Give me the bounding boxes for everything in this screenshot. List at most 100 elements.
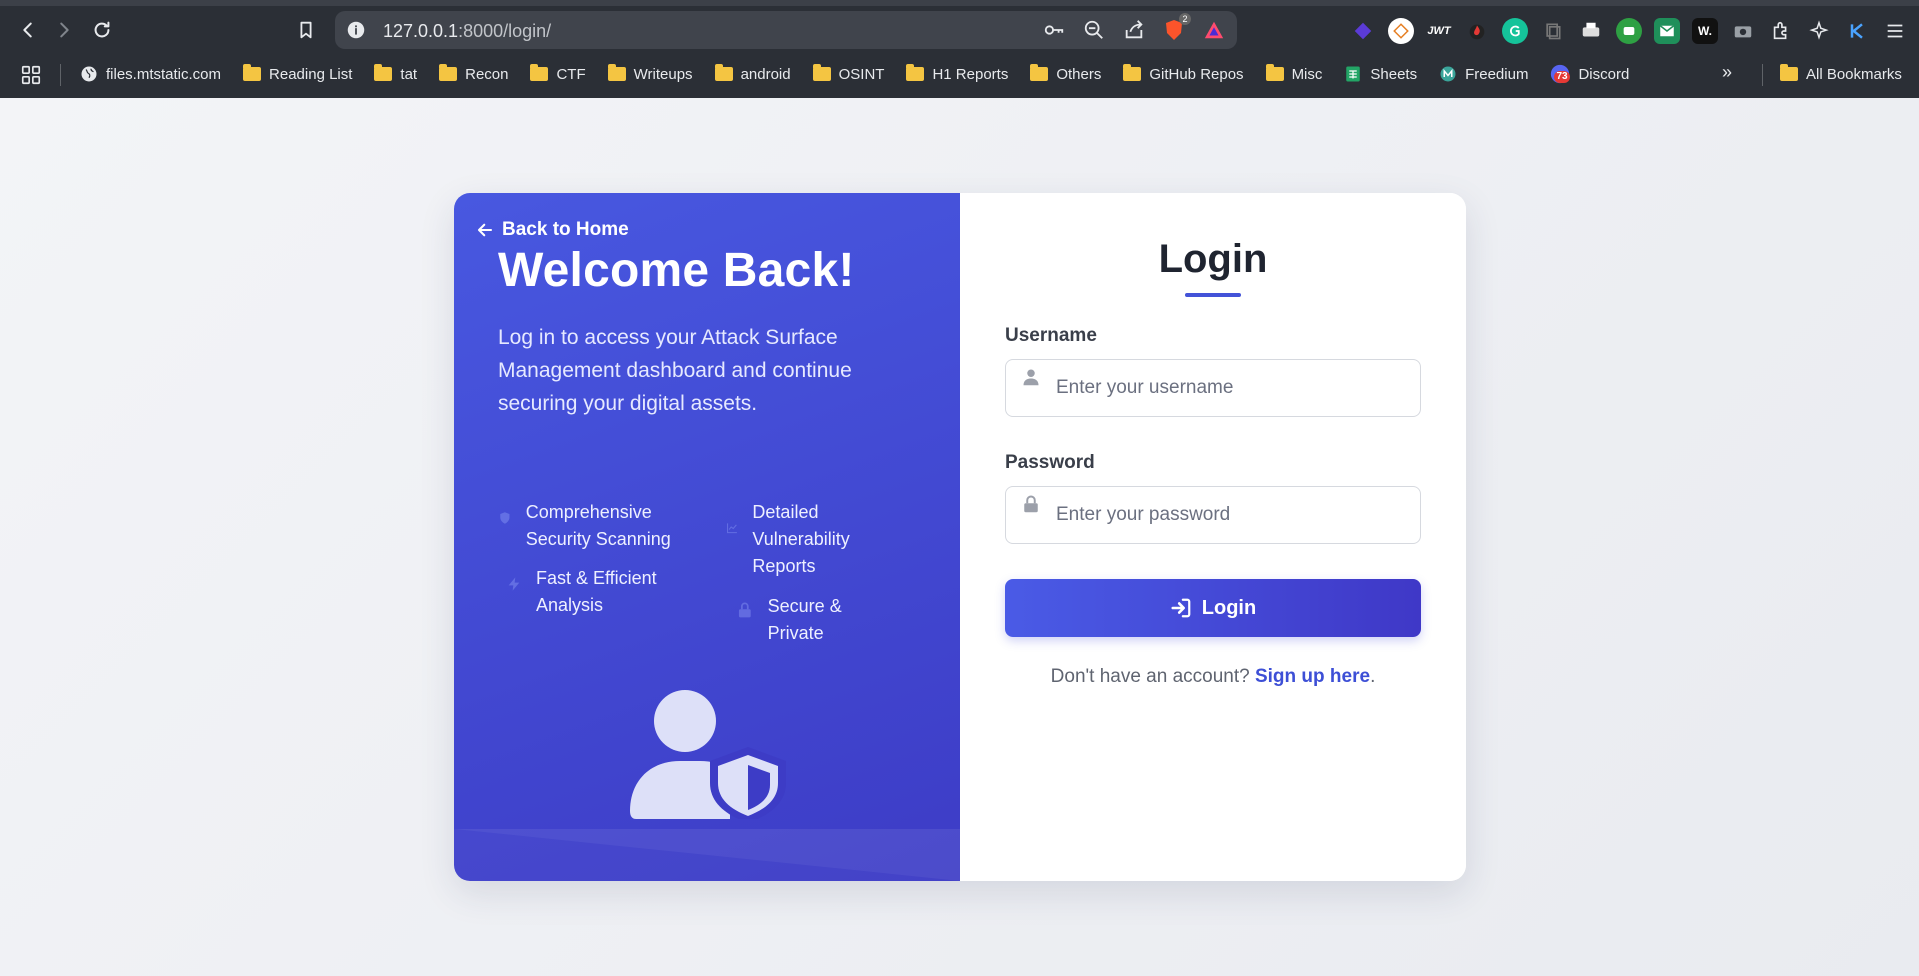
extension-robot-icon[interactable] (1616, 18, 1642, 44)
extension-k-icon[interactable] (1844, 18, 1870, 44)
address-bar[interactable]: 127.0.0.1:8000/login/ 2 (335, 11, 1237, 49)
lock-icon (1024, 495, 1038, 513)
username-field[interactable] (1005, 359, 1421, 417)
extension-mail-icon[interactable] (1654, 18, 1680, 44)
signup-prompt-text: Don't have an account? (1050, 666, 1250, 687)
feature-label: Comprehensive Security Scanning (525, 502, 671, 549)
extension-wappalyzer-icon[interactable]: W. (1692, 18, 1718, 44)
extension-camera-icon[interactable] (1730, 18, 1756, 44)
zoom-out-icon[interactable] (1081, 17, 1107, 43)
bookmark-ctf[interactable]: CTF (530, 64, 586, 83)
discord-icon: 73 (1550, 64, 1570, 84)
login-button[interactable]: Login (1005, 579, 1421, 637)
signup-link[interactable]: Sign up here (1255, 666, 1370, 687)
browser-menu-icon[interactable] (1882, 18, 1908, 44)
bookmark-page-button[interactable] (290, 14, 322, 46)
all-bookmarks-label: All Bookmarks (1806, 65, 1902, 83)
reload-icon (94, 21, 110, 38)
bookmark-reading-list[interactable]: Reading List (243, 64, 353, 83)
bookmarks-bar: files.mtstatic.com Reading List tat Reco… (0, 58, 1919, 90)
extension-diamond-icon[interactable] (1350, 18, 1376, 44)
bookmark-files-mtstatic[interactable]: files.mtstatic.com (80, 65, 221, 83)
more-bookmarks-chevron-icon[interactable]: » (1722, 62, 1732, 83)
bookmark-label: Misc (1291, 65, 1323, 83)
back-to-home-link[interactable]: Back to Home (476, 219, 629, 241)
bookmark-label: Reading List (269, 65, 353, 83)
site-info-icon[interactable] (345, 19, 367, 41)
bookmark-android[interactable]: android (714, 64, 791, 83)
feature-label: Detailed Vulnerability Reports (752, 502, 850, 576)
bookmark-label: OSINT (838, 65, 885, 83)
share-icon[interactable] (1121, 17, 1147, 43)
arrow-left-icon (477, 223, 493, 237)
feature-label: Fast & Efficient Analysis (535, 568, 657, 615)
folder-icon (714, 64, 733, 81)
sheets-icon (1346, 66, 1361, 82)
signup-prompt: Don't have an account? Sign up here. (960, 666, 1466, 688)
password-field[interactable] (1005, 486, 1421, 544)
bookmark-label: Sheets (1370, 65, 1418, 83)
reload-button[interactable] (86, 14, 118, 46)
password-label: Password (1005, 452, 1095, 473)
username-label: Username (1005, 325, 1097, 346)
url-text[interactable]: 127.0.0.1:8000/login/ (383, 21, 551, 42)
bookmark-label: tat (400, 65, 418, 83)
folder-icon (812, 64, 831, 81)
apps-grid-icon[interactable] (20, 64, 42, 86)
bookmarks-divider (1762, 64, 1763, 86)
bookmark-osint[interactable]: OSINT (812, 64, 885, 83)
folder-icon (243, 64, 262, 81)
extension-jwt-icon[interactable]: JWT (1426, 18, 1452, 44)
folder-icon (1780, 64, 1798, 81)
extensions-puzzle-icon[interactable] (1768, 18, 1794, 44)
extension-flame-icon[interactable] (1464, 18, 1490, 44)
bookmark-label: Others (1056, 65, 1102, 83)
bookmark-label: Freedium (1465, 65, 1529, 83)
back-button[interactable] (12, 14, 44, 46)
extension-copy-icon[interactable] (1540, 18, 1566, 44)
arrow-left-icon (23, 22, 32, 38)
bookmark-h1-reports[interactable]: H1 Reports (906, 64, 1008, 83)
extension-compass-icon[interactable] (1388, 18, 1414, 44)
tab-strip (0, 0, 1919, 6)
sign-in-icon (1171, 598, 1191, 618)
bookmark-github-repos[interactable]: GitHub Repos (1123, 64, 1244, 83)
all-bookmarks-button[interactable]: All Bookmarks (1780, 58, 1902, 90)
back-to-home-label: Back to Home (502, 219, 629, 240)
freedium-icon (1440, 66, 1456, 82)
bookmark-label: Writeups (633, 65, 693, 83)
leo-ai-sparkle-icon[interactable] (1806, 18, 1832, 44)
bookmark-misc[interactable]: Misc (1265, 64, 1323, 83)
extension-grammarly-icon[interactable] (1502, 18, 1528, 44)
welcome-intro-text: Log in to access your Attack Surface Man… (498, 326, 852, 415)
login-form-panel: Login Username Password Login Don't have… (960, 193, 1466, 881)
bookmark-freedium[interactable]: Freedium (1439, 65, 1528, 83)
chart-line-icon (727, 523, 737, 534)
bookmark-recon[interactable]: Recon (439, 64, 508, 83)
url-host: 127.0.0.1 (383, 21, 459, 41)
folder-icon (439, 64, 458, 81)
bookmark-writeups[interactable]: Writeups (607, 64, 693, 83)
brave-shields-icon[interactable]: 2 (1161, 13, 1191, 43)
forward-button[interactable] (48, 14, 80, 46)
feature-item: Detailed Vulnerability Reports (726, 499, 886, 580)
password-key-icon[interactable] (1041, 17, 1067, 43)
extension-printer-icon[interactable] (1578, 18, 1604, 44)
brave-rewards-icon[interactable] (1201, 17, 1227, 43)
bookmark-tat[interactable]: tat (374, 64, 418, 83)
user-shield-icon (630, 690, 786, 819)
bookmark-sheets[interactable]: Sheets (1344, 65, 1417, 83)
user-icon (1023, 369, 1039, 386)
bookmarks-divider (60, 64, 61, 86)
login-card: Back to Home Welcome Back! Log in to acc… (454, 193, 1466, 881)
page-viewport: Back to Home Welcome Back! Log in to acc… (0, 98, 1919, 976)
bookmark-discord[interactable]: 73 Discord (1550, 64, 1629, 84)
feature-item: Fast & Efficient Analysis (506, 565, 706, 619)
bolt-icon (508, 577, 520, 591)
bookmark-icon (300, 21, 312, 39)
bookmark-others[interactable]: Others (1030, 64, 1102, 83)
username-input[interactable] (1056, 360, 1406, 416)
welcome-panel: Back to Home Welcome Back! Log in to acc… (454, 193, 960, 881)
password-input[interactable] (1056, 487, 1406, 543)
browser-toolbar: 127.0.0.1:8000/login/ 2 JWT W. (0, 8, 1919, 52)
